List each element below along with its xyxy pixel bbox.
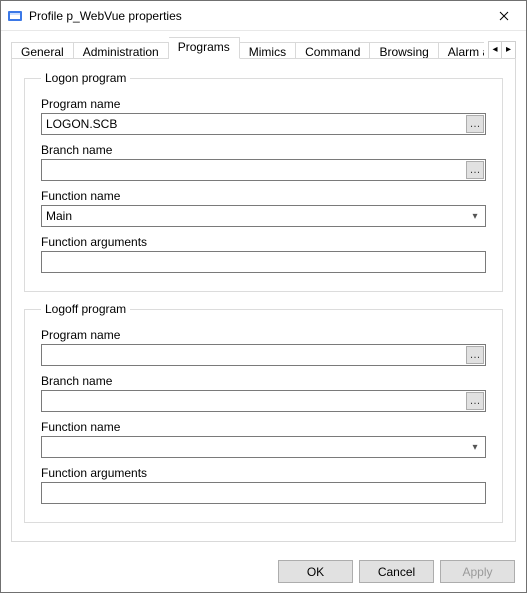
title-bar: Profile p_WebVue properties [1,1,526,31]
logon-args-label: Function arguments [41,235,486,249]
logon-args-input[interactable] [41,251,486,273]
tab-browsing[interactable]: Browsing [370,42,438,59]
tab-programs[interactable]: Programs [169,37,240,59]
tab-scroll-left-button[interactable]: ◂ [488,41,502,59]
dialog-buttons: OK Cancel Apply [278,560,515,583]
logon-legend: Logon program [41,71,130,85]
logon-group: Logon program Program name … Branch name… [24,71,503,292]
logoff-args-label: Function arguments [41,466,486,480]
close-button[interactable] [481,1,526,31]
tab-general[interactable]: General [11,42,74,59]
logon-branch-label: Branch name [41,143,486,157]
logon-function-label: Function name [41,189,486,203]
tab-mimics[interactable]: Mimics [240,42,296,59]
logon-program-browse-button[interactable]: … [466,115,484,133]
tab-alarm-ack[interactable]: Alarm acknowledgement [439,42,484,59]
logoff-function-label: Function name [41,420,486,434]
tab-administration[interactable]: Administration [74,42,169,59]
logon-program-input[interactable] [41,113,486,135]
logon-branch-browse-button[interactable]: … [466,161,484,179]
logon-program-label: Program name [41,97,486,111]
logoff-program-label: Program name [41,328,486,342]
tab-nav: ◂ ▸ [488,41,516,59]
logoff-program-input[interactable] [41,344,486,366]
cancel-button[interactable]: Cancel [359,560,434,583]
logoff-branch-label: Branch name [41,374,486,388]
dialog-content: General Administration Programs Mimics C… [1,31,526,542]
logoff-function-select[interactable] [41,436,486,458]
logon-function-select[interactable] [41,205,486,227]
tab-command[interactable]: Command [296,42,370,59]
logon-branch-input[interactable] [41,159,486,181]
tabs: General Administration Programs Mimics C… [11,37,484,59]
logoff-legend: Logoff program [41,302,130,316]
logoff-branch-browse-button[interactable]: … [466,392,484,410]
ok-button[interactable]: OK [278,560,353,583]
logoff-program-browse-button[interactable]: … [466,346,484,364]
logoff-branch-input[interactable] [41,390,486,412]
window-title: Profile p_WebVue properties [29,9,481,23]
apply-button[interactable]: Apply [440,560,515,583]
tab-scroll-right-button[interactable]: ▸ [502,41,516,59]
logoff-group: Logoff program Program name … Branch nam… [24,302,503,523]
logoff-args-input[interactable] [41,482,486,504]
tab-panel-programs: Logon program Program name … Branch name… [11,58,516,542]
tab-strip: General Administration Programs Mimics C… [11,37,516,59]
app-icon [7,8,23,24]
